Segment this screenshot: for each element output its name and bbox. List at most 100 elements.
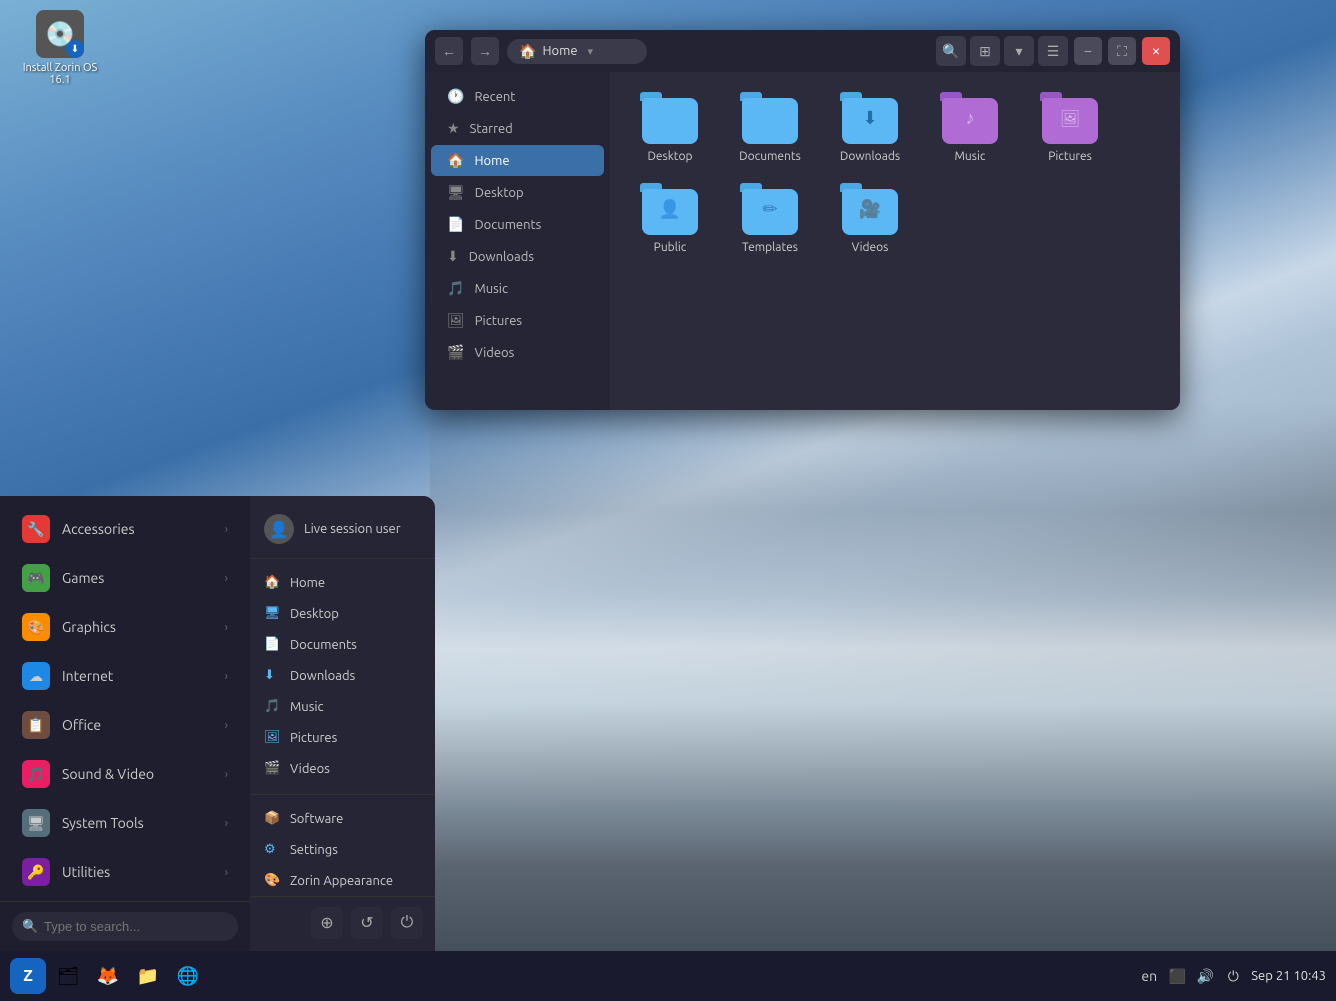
fm-sidebar-recent[interactable]: 🕐 Recent <box>431 81 604 112</box>
menu-nav-music[interactable]: 🎵 Music <box>250 691 435 722</box>
utilities-icon: 🔑 <box>22 858 50 886</box>
fm-minimize-button[interactable]: − <box>1074 37 1102 65</box>
app-category-graphics[interactable]: 🎨 Graphics › <box>6 603 244 651</box>
fm-sort-button[interactable]: ▾ <box>1004 36 1034 66</box>
app-category-system-tools[interactable]: 🖥 System Tools › <box>6 799 244 847</box>
fm-location-icon: 🏠 <box>519 43 536 60</box>
fm-folder-templates[interactable]: ✏ Templates <box>730 183 810 254</box>
fm-forward-button[interactable]: → <box>471 37 499 65</box>
menu-nav-settings[interactable]: ⚙ Settings <box>250 834 435 865</box>
fm-toolbar-right: 🔍 ⊞ ▾ ☰ − ⛶ × <box>936 36 1170 66</box>
fm-folder-music[interactable]: ♪ Music <box>930 92 1010 163</box>
fm-sidebar-pictures[interactable]: 🖼 Pictures <box>431 305 604 336</box>
fm-search-button[interactable]: 🔍 <box>936 36 966 66</box>
sound-video-arrow-icon: › <box>225 768 228 781</box>
fm-folders-grid: Desktop Documents <box>630 92 1160 254</box>
fm-sidebar-documents[interactable]: 📄 Documents <box>431 209 604 240</box>
fm-folder-pictures[interactable]: 🖼 Pictures <box>1030 92 1110 163</box>
app-category-sound-video[interactable]: 🎵 Sound & Video › <box>6 750 244 798</box>
fm-location-dropdown-icon: ▾ <box>588 45 594 58</box>
accessories-label: Accessories <box>62 521 135 537</box>
search-input[interactable] <box>12 912 238 941</box>
taskbar-nautilus-button[interactable]: 📁 <box>130 958 166 994</box>
games-arrow-icon: › <box>225 572 228 585</box>
fm-menu-button[interactable]: ☰ <box>1038 36 1068 66</box>
menu-home-label: Home <box>290 576 325 590</box>
fm-folder-videos[interactable]: 🎥 Videos <box>830 183 910 254</box>
menu-bottom-actions: ⊕ ↺ ⏻ <box>250 896 435 949</box>
sound-video-label: Sound & Video <box>62 766 154 782</box>
menu-refresh-button[interactable]: ↺ <box>351 907 383 939</box>
fm-sidebar-videos[interactable]: 🎬 Videos <box>431 337 604 368</box>
menu-system-section: 📦 Software ⚙ Settings 🎨 Zorin Appearance <box>250 794 435 896</box>
fm-sidebar-music[interactable]: 🎵 Music <box>431 273 604 304</box>
app-category-games-left: 🎮 Games <box>22 564 104 592</box>
menu-power-button[interactable]: ⏻ <box>391 907 423 939</box>
fm-back-button[interactable]: ← <box>435 37 463 65</box>
menu-nav-home[interactable]: 🏠 Home <box>250 567 435 598</box>
app-category-system-tools-left: 🖥 System Tools <box>22 809 144 837</box>
app-category-utilities[interactable]: 🔑 Utilities › <box>6 848 244 896</box>
fm-sidebar-starred[interactable]: ★ Starred <box>431 113 604 144</box>
taskbar-firefox-button[interactable]: 🦊 <box>90 958 126 994</box>
app-category-utilities-left: 🔑 Utilities <box>22 858 110 886</box>
fm-view-options-button[interactable]: ⊞ <box>970 36 1000 66</box>
office-icon: 📋 <box>22 711 50 739</box>
menu-home-icon: 🏠 <box>264 575 280 590</box>
fm-content: Desktop Documents <box>610 72 1180 410</box>
fm-folder-public[interactable]: 👤 Public <box>630 183 710 254</box>
fm-folder-templates-label: Templates <box>742 241 798 254</box>
fm-sidebar-downloads[interactable]: ⬇ Downloads <box>431 241 604 272</box>
system-tools-icon: 🖥 <box>22 809 50 837</box>
search-icon: 🔍 <box>22 919 38 934</box>
games-label: Games <box>62 570 104 586</box>
menu-nav-documents[interactable]: 📄 Documents <box>250 629 435 660</box>
menu-downloads-label: Downloads <box>290 669 355 683</box>
fm-sidebar-home[interactable]: 🏠 Home <box>431 145 604 176</box>
fm-maximize-button[interactable]: ⛶ <box>1108 37 1136 65</box>
zorin-menu-button[interactable]: Z <box>10 958 46 994</box>
fm-folder-downloads[interactable]: ⬇ Downloads <box>830 92 910 163</box>
tray-power-icon[interactable]: ⏻ <box>1223 966 1243 986</box>
accessories-arrow-icon: › <box>225 523 228 536</box>
taskbar-files-button[interactable]: 🗂 <box>50 958 86 994</box>
fm-sidebar-music-label: Music <box>474 282 508 296</box>
accessories-icon: 🔧 <box>22 515 50 543</box>
menu-suspend-button[interactable]: ⊕ <box>311 907 343 939</box>
app-menu-user: 👤 Live session user <box>250 506 435 559</box>
fm-sidebar-videos-label: Videos <box>474 346 514 360</box>
fm-folder-pictures-label: Pictures <box>1048 150 1092 163</box>
fm-folder-documents[interactable]: Documents <box>730 92 810 163</box>
taskbar-browser-button[interactable]: 🌐 <box>170 958 206 994</box>
menu-nav-downloads[interactable]: ⬇ Downloads <box>250 660 435 691</box>
fm-folder-desktop[interactable]: Desktop <box>630 92 710 163</box>
menu-software-label: Software <box>290 812 343 826</box>
tray-monitor-icon[interactable]: ⬛ <box>1167 966 1187 986</box>
menu-nav-software[interactable]: 📦 Software <box>250 803 435 834</box>
fm-titlebar: ← → 🏠 Home ▾ 🔍 ⊞ ▾ ☰ − ⛶ × <box>425 30 1180 72</box>
app-category-games[interactable]: 🎮 Games › <box>6 554 244 602</box>
app-category-office[interactable]: 📋 Office › <box>6 701 244 749</box>
app-menu-search-area: 🔍 <box>0 901 250 951</box>
graphics-arrow-icon: › <box>225 621 228 634</box>
fm-location-bar[interactable]: 🏠 Home ▾ <box>507 39 647 64</box>
menu-nav-zorin-appearance[interactable]: 🎨 Zorin Appearance <box>250 865 435 896</box>
desktop-icon-fm: 🖥 <box>447 184 465 201</box>
pictures-icon: 🖼 <box>447 312 465 329</box>
menu-nav-videos[interactable]: 🎬 Videos <box>250 753 435 784</box>
fm-close-button[interactable]: × <box>1142 37 1170 65</box>
fm-sidebar-pictures-label: Pictures <box>475 314 522 328</box>
menu-settings-icon: ⚙ <box>264 842 280 857</box>
menu-nav-pictures[interactable]: 🖼 Pictures <box>250 722 435 753</box>
install-zorin-icon[interactable]: 💿 ⬇ Install Zorin OS 16.1 <box>20 10 100 86</box>
tray-volume-icon[interactable]: 🔊 <box>1195 966 1215 986</box>
app-category-accessories[interactable]: 🔧 Accessories › <box>6 505 244 553</box>
fm-sidebar-recent-label: Recent <box>474 90 515 104</box>
tray-locale[interactable]: en <box>1139 966 1159 986</box>
fm-folder-downloads-label: Downloads <box>840 150 900 163</box>
taskbar-datetime: Sep 21 10:43 <box>1251 969 1326 983</box>
app-categories-list: 🔧 Accessories › 🎮 Games › 🎨 <box>0 496 250 901</box>
fm-sidebar-desktop[interactable]: 🖥 Desktop <box>431 177 604 208</box>
menu-nav-desktop[interactable]: 🖥 Desktop <box>250 598 435 629</box>
app-category-internet[interactable]: ☁ Internet › <box>6 652 244 700</box>
